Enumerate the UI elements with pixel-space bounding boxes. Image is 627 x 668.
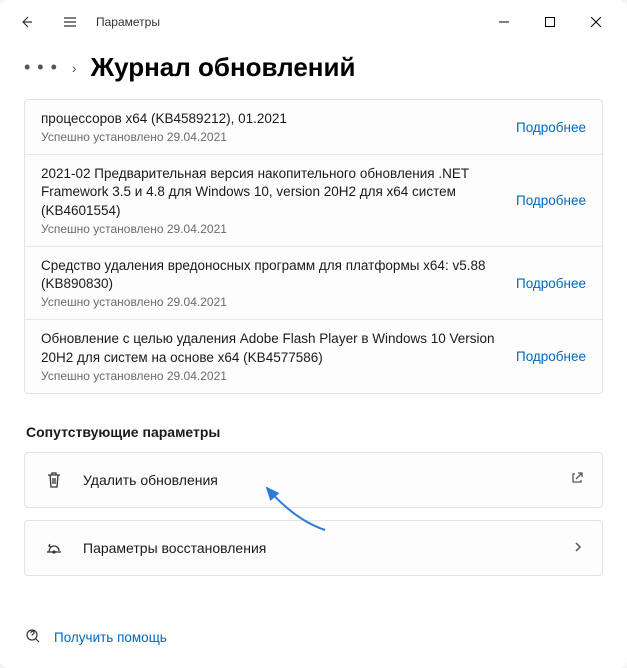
back-arrow-icon bbox=[18, 14, 34, 30]
details-link[interactable]: Подробнее bbox=[516, 349, 586, 364]
update-status: Успешно установлено 29.04.2021 bbox=[41, 369, 504, 383]
update-item: процессоров x64 (KB4589212), 01.2021 Усп… bbox=[25, 100, 602, 155]
updates-list: процессоров x64 (KB4589212), 01.2021 Усп… bbox=[24, 99, 603, 394]
maximize-icon bbox=[545, 17, 555, 27]
window-title: Параметры bbox=[96, 15, 160, 29]
update-status: Успешно установлено 29.04.2021 bbox=[41, 222, 504, 236]
minimize-icon bbox=[499, 17, 509, 27]
update-status: Успешно установлено 29.04.2021 bbox=[41, 130, 504, 144]
update-title: процессоров x64 (KB4589212), 01.2021 bbox=[41, 110, 504, 128]
back-button[interactable] bbox=[8, 4, 44, 40]
content-area: процессоров x64 (KB4589212), 01.2021 Усп… bbox=[0, 99, 627, 615]
update-title: 2021-02 Предварительная версия накопител… bbox=[41, 165, 504, 220]
related-settings-header: Сопутствующие параметры bbox=[26, 424, 603, 440]
maximize-button[interactable] bbox=[527, 6, 573, 38]
footer: Получить помощь bbox=[0, 615, 627, 668]
external-link-icon bbox=[570, 471, 584, 488]
update-item: Средство удаления вредоносных программ д… bbox=[25, 247, 602, 320]
breadcrumb-ellipsis[interactable]: • • • bbox=[24, 57, 58, 78]
menu-button[interactable] bbox=[52, 4, 88, 40]
get-help-link[interactable]: Получить помощь bbox=[24, 627, 167, 648]
page-title: Журнал обновлений bbox=[91, 52, 356, 83]
recovery-options-card[interactable]: Параметры восстановления bbox=[24, 520, 603, 576]
update-title: Обновление с целью удаления Adobe Flash … bbox=[41, 330, 504, 366]
trash-icon bbox=[43, 469, 65, 491]
close-icon bbox=[591, 17, 601, 27]
update-title: Средство удаления вредоносных программ д… bbox=[41, 257, 504, 293]
minimize-button[interactable] bbox=[481, 6, 527, 38]
details-link[interactable]: Подробнее bbox=[516, 120, 586, 135]
uninstall-updates-card[interactable]: Удалить обновления bbox=[24, 452, 603, 508]
chevron-right-icon: › bbox=[72, 60, 77, 76]
update-item: 2021-02 Предварительная версия накопител… bbox=[25, 155, 602, 247]
close-button[interactable] bbox=[573, 6, 619, 38]
details-link[interactable]: Подробнее bbox=[516, 276, 586, 291]
hamburger-icon bbox=[62, 14, 78, 30]
recovery-icon bbox=[43, 537, 65, 559]
update-status: Успешно установлено 29.04.2021 bbox=[41, 295, 504, 309]
breadcrumb: • • • › Журнал обновлений bbox=[0, 44, 627, 99]
chevron-right-icon bbox=[572, 540, 584, 556]
recovery-options-label: Параметры восстановления bbox=[83, 540, 554, 556]
update-item: Обновление с целью удаления Adobe Flash … bbox=[25, 320, 602, 392]
uninstall-updates-label: Удалить обновления bbox=[83, 472, 552, 488]
get-help-label: Получить помощь bbox=[54, 630, 167, 645]
details-link[interactable]: Подробнее bbox=[516, 193, 586, 208]
help-icon bbox=[24, 627, 42, 648]
titlebar: Параметры bbox=[0, 0, 627, 44]
